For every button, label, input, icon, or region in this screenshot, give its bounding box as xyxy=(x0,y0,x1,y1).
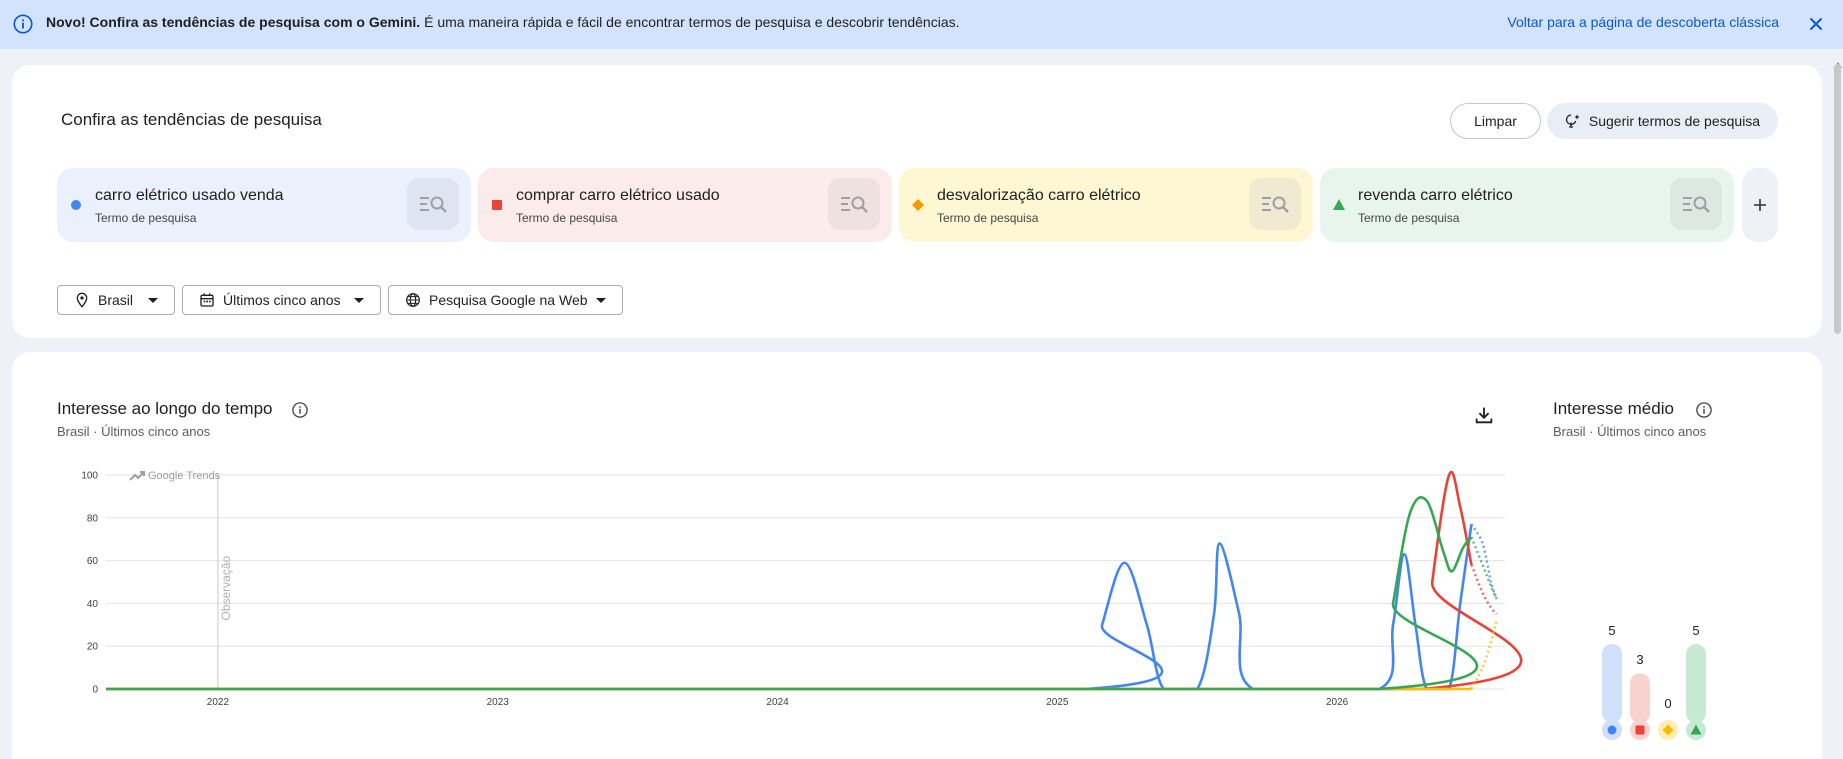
results-card: Interesse ao longo do tempo Brasil · Últ… xyxy=(12,352,1822,759)
series-line[interactable] xyxy=(105,470,1523,691)
location-filter-label: Brasil xyxy=(98,292,134,308)
term-search-button[interactable] xyxy=(1670,178,1722,230)
google-trends-watermark: Google Trends xyxy=(148,470,221,482)
period-filter-label: Últimos cinco anos xyxy=(223,292,341,308)
chevron-down-icon xyxy=(596,297,606,303)
search-term-name: desvalorização carro elétrico xyxy=(937,187,1141,204)
add-term-button[interactable] xyxy=(1742,168,1778,242)
trending-icon xyxy=(129,471,145,481)
info-icon xyxy=(13,14,33,34)
average-bar[interactable] xyxy=(1630,673,1650,723)
download-icon[interactable] xyxy=(1473,404,1495,426)
suggest-terms-label: Sugerir termos de pesquisa xyxy=(1588,113,1761,129)
avg-subtitle-location: Brasil xyxy=(1553,424,1586,439)
location-filter[interactable]: Brasil xyxy=(57,285,175,315)
triangle-marker-icon xyxy=(1333,199,1345,210)
x-tick-label: 2026 xyxy=(1326,697,1349,708)
search-term-name: comprar carro elétrico usado xyxy=(516,187,720,204)
search-term-card[interactable]: carro elétrico usado venda Termo de pesqu… xyxy=(57,168,471,242)
diamond-marker-icon xyxy=(912,199,924,211)
term-search-button[interactable] xyxy=(1249,178,1301,230)
series-line[interactable] xyxy=(105,524,1473,691)
explore-card: Confira as tendências de pesquisa Limpar… xyxy=(12,65,1822,338)
chevron-down-icon xyxy=(354,297,364,303)
series-marker-icon xyxy=(492,200,502,210)
series-marker-icon xyxy=(912,199,924,211)
search-term-type: Termo de pesquisa xyxy=(516,211,618,225)
average-value-label: 5 xyxy=(1692,623,1699,638)
banner-message: Novo! Confira as tendências de pesquisa … xyxy=(46,14,960,30)
y-tick-label: 60 xyxy=(87,556,99,567)
gemini-banner: Novo! Confira as tendências de pesquisa … xyxy=(0,0,1843,49)
average-interest-chart: 5 3 0 5 xyxy=(1602,623,1706,740)
search-term-name: carro elétrico usado venda xyxy=(95,187,284,204)
average-bar[interactable] xyxy=(1602,644,1622,723)
clear-button[interactable]: Limpar xyxy=(1450,103,1541,139)
search-term-card[interactable]: comprar carro elétrico usado Termo de pes… xyxy=(478,168,892,242)
average-interest-title: Interesse médio xyxy=(1553,399,1674,418)
interest-over-time-title: Interesse ao longo do tempo xyxy=(57,399,273,418)
x-tick-label: 2023 xyxy=(487,697,510,708)
source-filter-label: Pesquisa Google na Web xyxy=(429,292,588,308)
y-tick-label: 40 xyxy=(87,599,99,610)
avg-subtitle-period: Últimos cinco anos xyxy=(1597,424,1707,439)
search-list-icon xyxy=(1262,196,1289,213)
plus-icon xyxy=(1754,199,1766,211)
calendar-icon xyxy=(200,293,214,307)
average-value-label: 5 xyxy=(1608,623,1615,638)
term-search-button[interactable] xyxy=(828,178,880,230)
info-icon[interactable] xyxy=(1695,401,1713,419)
sparkle-icon xyxy=(1565,114,1580,128)
source-filter[interactable]: Pesquisa Google na Web xyxy=(388,285,623,315)
x-tick-label: 2025 xyxy=(1046,697,1069,708)
y-tick-label: 100 xyxy=(81,471,98,482)
period-filter[interactable]: Últimos cinco anos xyxy=(182,285,381,315)
average-value-label: 0 xyxy=(1664,696,1671,711)
average-interest-subtitle: Brasil · Últimos cinco anos xyxy=(1553,424,1707,439)
series-line[interactable] xyxy=(105,496,1479,691)
classic-explore-link[interactable]: Voltar para a página de descoberta cláss… xyxy=(1507,14,1779,30)
info-icon[interactable] xyxy=(291,401,309,419)
search-term-type: Termo de pesquisa xyxy=(1358,211,1460,225)
search-list-icon xyxy=(841,196,868,213)
search-list-icon xyxy=(1683,196,1710,213)
average-value-label: 3 xyxy=(1636,652,1643,667)
location-pin-icon xyxy=(76,292,88,308)
search-term-card[interactable]: revenda carro elétrico Termo de pesquisa xyxy=(1320,168,1734,242)
search-term-name: revenda carro elétrico xyxy=(1358,187,1513,204)
x-tick-label: 2022 xyxy=(207,697,230,708)
search-term-type: Termo de pesquisa xyxy=(937,211,1039,225)
observation-label: Observação xyxy=(219,555,233,620)
close-icon[interactable] xyxy=(1805,13,1827,35)
globe-icon xyxy=(406,293,420,307)
search-term-type: Termo de pesquisa xyxy=(95,211,197,225)
square-marker-icon xyxy=(1635,725,1645,735)
suggest-terms-button[interactable]: Sugerir termos de pesquisa xyxy=(1547,103,1778,139)
search-term-card[interactable]: desvalorização carro elétrico Termo de pe… xyxy=(899,168,1313,242)
y-tick-label: 0 xyxy=(92,685,98,696)
circle-marker-icon xyxy=(71,200,81,210)
scrollbar-thumb[interactable] xyxy=(1834,64,1841,334)
interest-over-time-chart: 0 20 40 60 80 100 2022 2023 2024 2025 2026 Observaç… xyxy=(81,470,1523,708)
average-bar[interactable] xyxy=(1686,644,1706,723)
interest-over-time-subtitle: Brasil · Últimos cinco anos xyxy=(57,424,211,439)
circle-marker-icon xyxy=(1607,725,1617,735)
banner-text: É uma maneira rápida e fácil de encontra… xyxy=(424,14,960,30)
series-marker-icon xyxy=(71,200,81,210)
square-marker-icon xyxy=(492,200,502,210)
x-tick-label: 2024 xyxy=(766,697,789,708)
subtitle-location: Brasil xyxy=(57,424,90,439)
chevron-down-icon xyxy=(148,297,158,303)
series-marker-icon xyxy=(1333,199,1345,210)
term-search-button[interactable] xyxy=(407,178,459,230)
explore-title: Confira as tendências de pesquisa xyxy=(61,110,322,129)
banner-bold: Novo! Confira as tendências de pesquisa … xyxy=(46,14,421,30)
y-tick-label: 80 xyxy=(87,513,99,524)
search-list-icon xyxy=(420,196,447,213)
y-tick-label: 20 xyxy=(87,642,99,653)
subtitle-period: Últimos cinco anos xyxy=(101,424,211,439)
